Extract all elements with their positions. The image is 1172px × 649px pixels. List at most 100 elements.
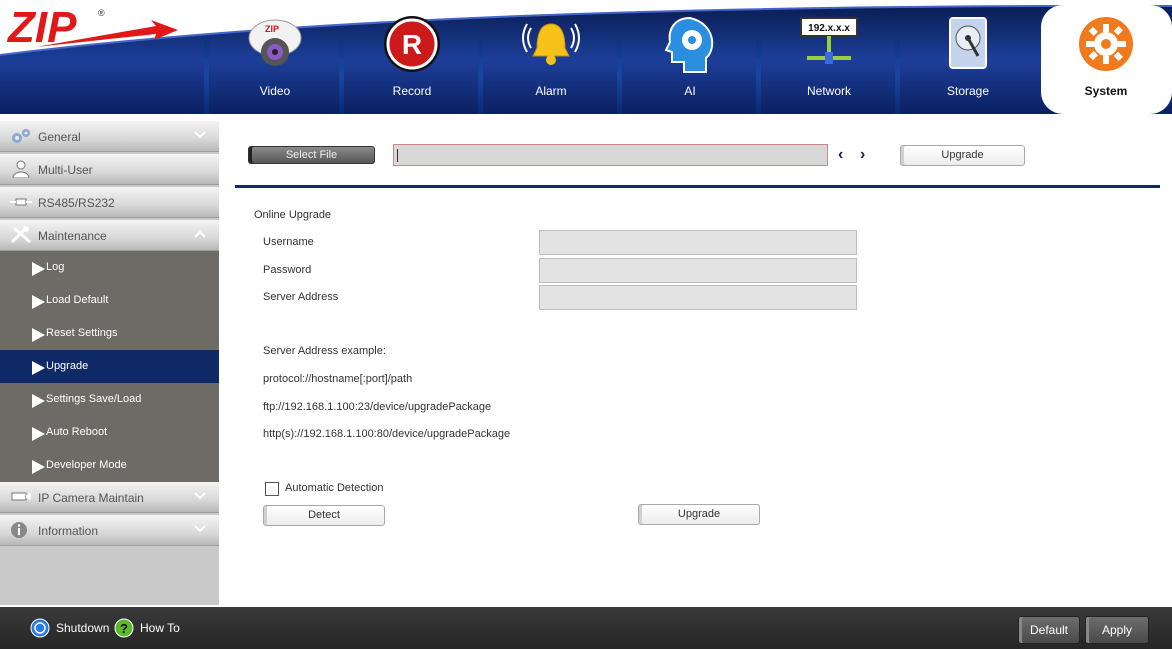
- sidebar-subitem-upgrade[interactable]: Upgrade: [0, 350, 219, 383]
- tab-system[interactable]: System: [1036, 0, 1172, 114]
- system-gear-icon: [1079, 17, 1133, 71]
- server-address-field[interactable]: [539, 285, 857, 310]
- arrow-right-icon: [32, 394, 45, 408]
- network-icon: 192.x.x.x: [800, 17, 858, 64]
- automatic-detection-checkbox[interactable]: [265, 482, 279, 496]
- hard-drive-icon: [949, 17, 987, 69]
- top-navigation-bar: ZIP ® ZIP Video R Record Alarm AI 192.x.…: [0, 0, 1172, 114]
- sidebar-subitem-label: Upgrade: [46, 360, 89, 372]
- svg-text:®: ®: [98, 8, 105, 18]
- tab-storage-label: Storage: [946, 84, 990, 98]
- camera-icon: ZIP: [248, 19, 302, 66]
- select-file-button[interactable]: Select File: [248, 146, 375, 164]
- sidebar-subitem-settings-save-load[interactable]: Settings Save/Load: [0, 383, 219, 416]
- help-icon: ?: [114, 618, 134, 638]
- svg-text:ZIP: ZIP: [6, 4, 77, 52]
- tab-alarm[interactable]: Alarm: [481, 0, 621, 114]
- arrow-right-icon: [32, 361, 45, 375]
- arrow-right-icon: [32, 427, 45, 441]
- upgrade-file-button[interactable]: Upgrade: [900, 145, 1025, 166]
- section-divider: [235, 185, 1160, 188]
- sidebar-item-label: RS485/RS232: [38, 196, 115, 210]
- file-path-field[interactable]: [393, 144, 828, 166]
- sidebar-subitem-reset-settings[interactable]: Reset Settings: [0, 317, 219, 350]
- arrow-right-icon: [32, 262, 45, 276]
- shutdown-button[interactable]: Shutdown: [30, 615, 109, 641]
- online-upgrade-title: Online Upgrade: [254, 209, 332, 221]
- sidebar-subitem-label: Log: [46, 261, 65, 273]
- tab-ai[interactable]: AI: [620, 0, 760, 114]
- tab-alarm-label: Alarm: [535, 84, 567, 98]
- svg-text:192.x.x.x: 192.x.x.x: [808, 23, 850, 34]
- how-to-label: How To: [140, 621, 180, 635]
- power-icon: [30, 618, 50, 638]
- chevron-down-icon: [194, 492, 206, 500]
- detect-button[interactable]: Detect: [263, 505, 385, 526]
- sidebar-item-maintenance[interactable]: Maintenance: [0, 220, 219, 251]
- sidebar-subitem-load-default[interactable]: Load Default: [0, 284, 219, 317]
- svg-text:ZIP: ZIP: [265, 24, 279, 34]
- username-field[interactable]: [539, 230, 857, 255]
- sidebar-item-ip-camera-maintain[interactable]: IP Camera Maintain: [0, 482, 219, 513]
- sidebar-item-information[interactable]: Information: [0, 515, 219, 546]
- example-line: protocol://hostname[:port]/path: [263, 373, 413, 385]
- ai-head-icon: [664, 16, 714, 73]
- zip-logo: ZIP ®: [6, 3, 206, 52]
- sidebar-subitem-label: Developer Mode: [46, 459, 127, 471]
- sidebar-item-rs485[interactable]: RS485/RS232: [0, 187, 219, 218]
- sidebar-subitem-auto-reboot[interactable]: Auto Reboot: [0, 416, 219, 449]
- chevron-down-icon: [194, 131, 206, 139]
- text-cursor: [397, 149, 398, 162]
- chevron-up-icon: [194, 230, 206, 238]
- chevron-down-icon: [194, 525, 206, 533]
- tools-icon: [10, 226, 31, 244]
- chevron-right-icon[interactable]: ›: [860, 146, 865, 164]
- sidebar-item-general[interactable]: General: [0, 121, 219, 152]
- arrow-right-icon: [32, 328, 45, 342]
- upgrade-panel: Select File ‹ › Upgrade Online Upgrade U…: [220, 114, 1172, 607]
- sidebar-item-label: Multi-User: [38, 163, 93, 177]
- info-icon: [11, 522, 27, 538]
- default-button[interactable]: Default: [1018, 616, 1080, 644]
- example-line: http(s)://192.168.1.100:80/device/upgrad…: [263, 428, 511, 440]
- example-title: Server Address example:: [263, 345, 386, 357]
- chevron-left-icon[interactable]: ‹: [838, 146, 843, 164]
- arrow-right-icon: [32, 295, 45, 309]
- sidebar-subitem-developer-mode[interactable]: Developer Mode: [0, 449, 219, 482]
- tab-network[interactable]: 192.x.x.x Network: [759, 0, 899, 114]
- arrow-right-icon: [32, 460, 45, 474]
- serial-cable-icon: [10, 198, 32, 206]
- sidebar-item-label: IP Camera Maintain: [38, 491, 144, 505]
- tab-system-label: System: [1084, 84, 1128, 98]
- sidebar: General Multi-User RS485/RS232 Maintenan…: [0, 121, 219, 605]
- example-line: ftp://192.168.1.100:23/device/upgradePac…: [263, 401, 492, 413]
- tab-ai-label: AI: [684, 84, 696, 98]
- sidebar-item-label: General: [38, 130, 81, 144]
- svg-text:R: R: [402, 29, 422, 60]
- password-label: Password: [263, 264, 312, 276]
- sidebar-subitem-label: Settings Save/Load: [46, 393, 142, 405]
- file-navigation: ‹ ›: [832, 146, 878, 166]
- tab-record-label: Record: [392, 84, 432, 98]
- apply-button[interactable]: Apply: [1085, 616, 1149, 644]
- gears-icon: [12, 129, 30, 143]
- tab-storage[interactable]: Storage: [898, 0, 1038, 114]
- record-icon: R: [384, 16, 440, 72]
- upgrade-online-button[interactable]: Upgrade: [638, 504, 760, 525]
- password-field[interactable]: [539, 258, 857, 283]
- sidebar-item-multi-user[interactable]: Multi-User: [0, 154, 219, 185]
- alarm-bell-icon: [522, 23, 580, 65]
- user-icon: [12, 160, 30, 178]
- tab-video[interactable]: ZIP Video: [205, 0, 345, 114]
- tab-record[interactable]: R Record: [342, 0, 482, 114]
- automatic-detection-label: Automatic Detection: [285, 482, 384, 494]
- footer-bar: Shutdown ? How To Default Apply: [0, 607, 1172, 649]
- sidebar-item-label: Information: [38, 524, 99, 538]
- tab-network-label: Network: [806, 84, 851, 98]
- sidebar-subitem-label: Reset Settings: [46, 327, 118, 339]
- how-to-button[interactable]: ? How To: [114, 615, 180, 641]
- shutdown-label: Shutdown: [56, 621, 110, 635]
- tab-video-label: Video: [259, 84, 291, 98]
- sidebar-subitem-log[interactable]: Log: [0, 251, 219, 284]
- ip-camera-icon: [11, 492, 31, 501]
